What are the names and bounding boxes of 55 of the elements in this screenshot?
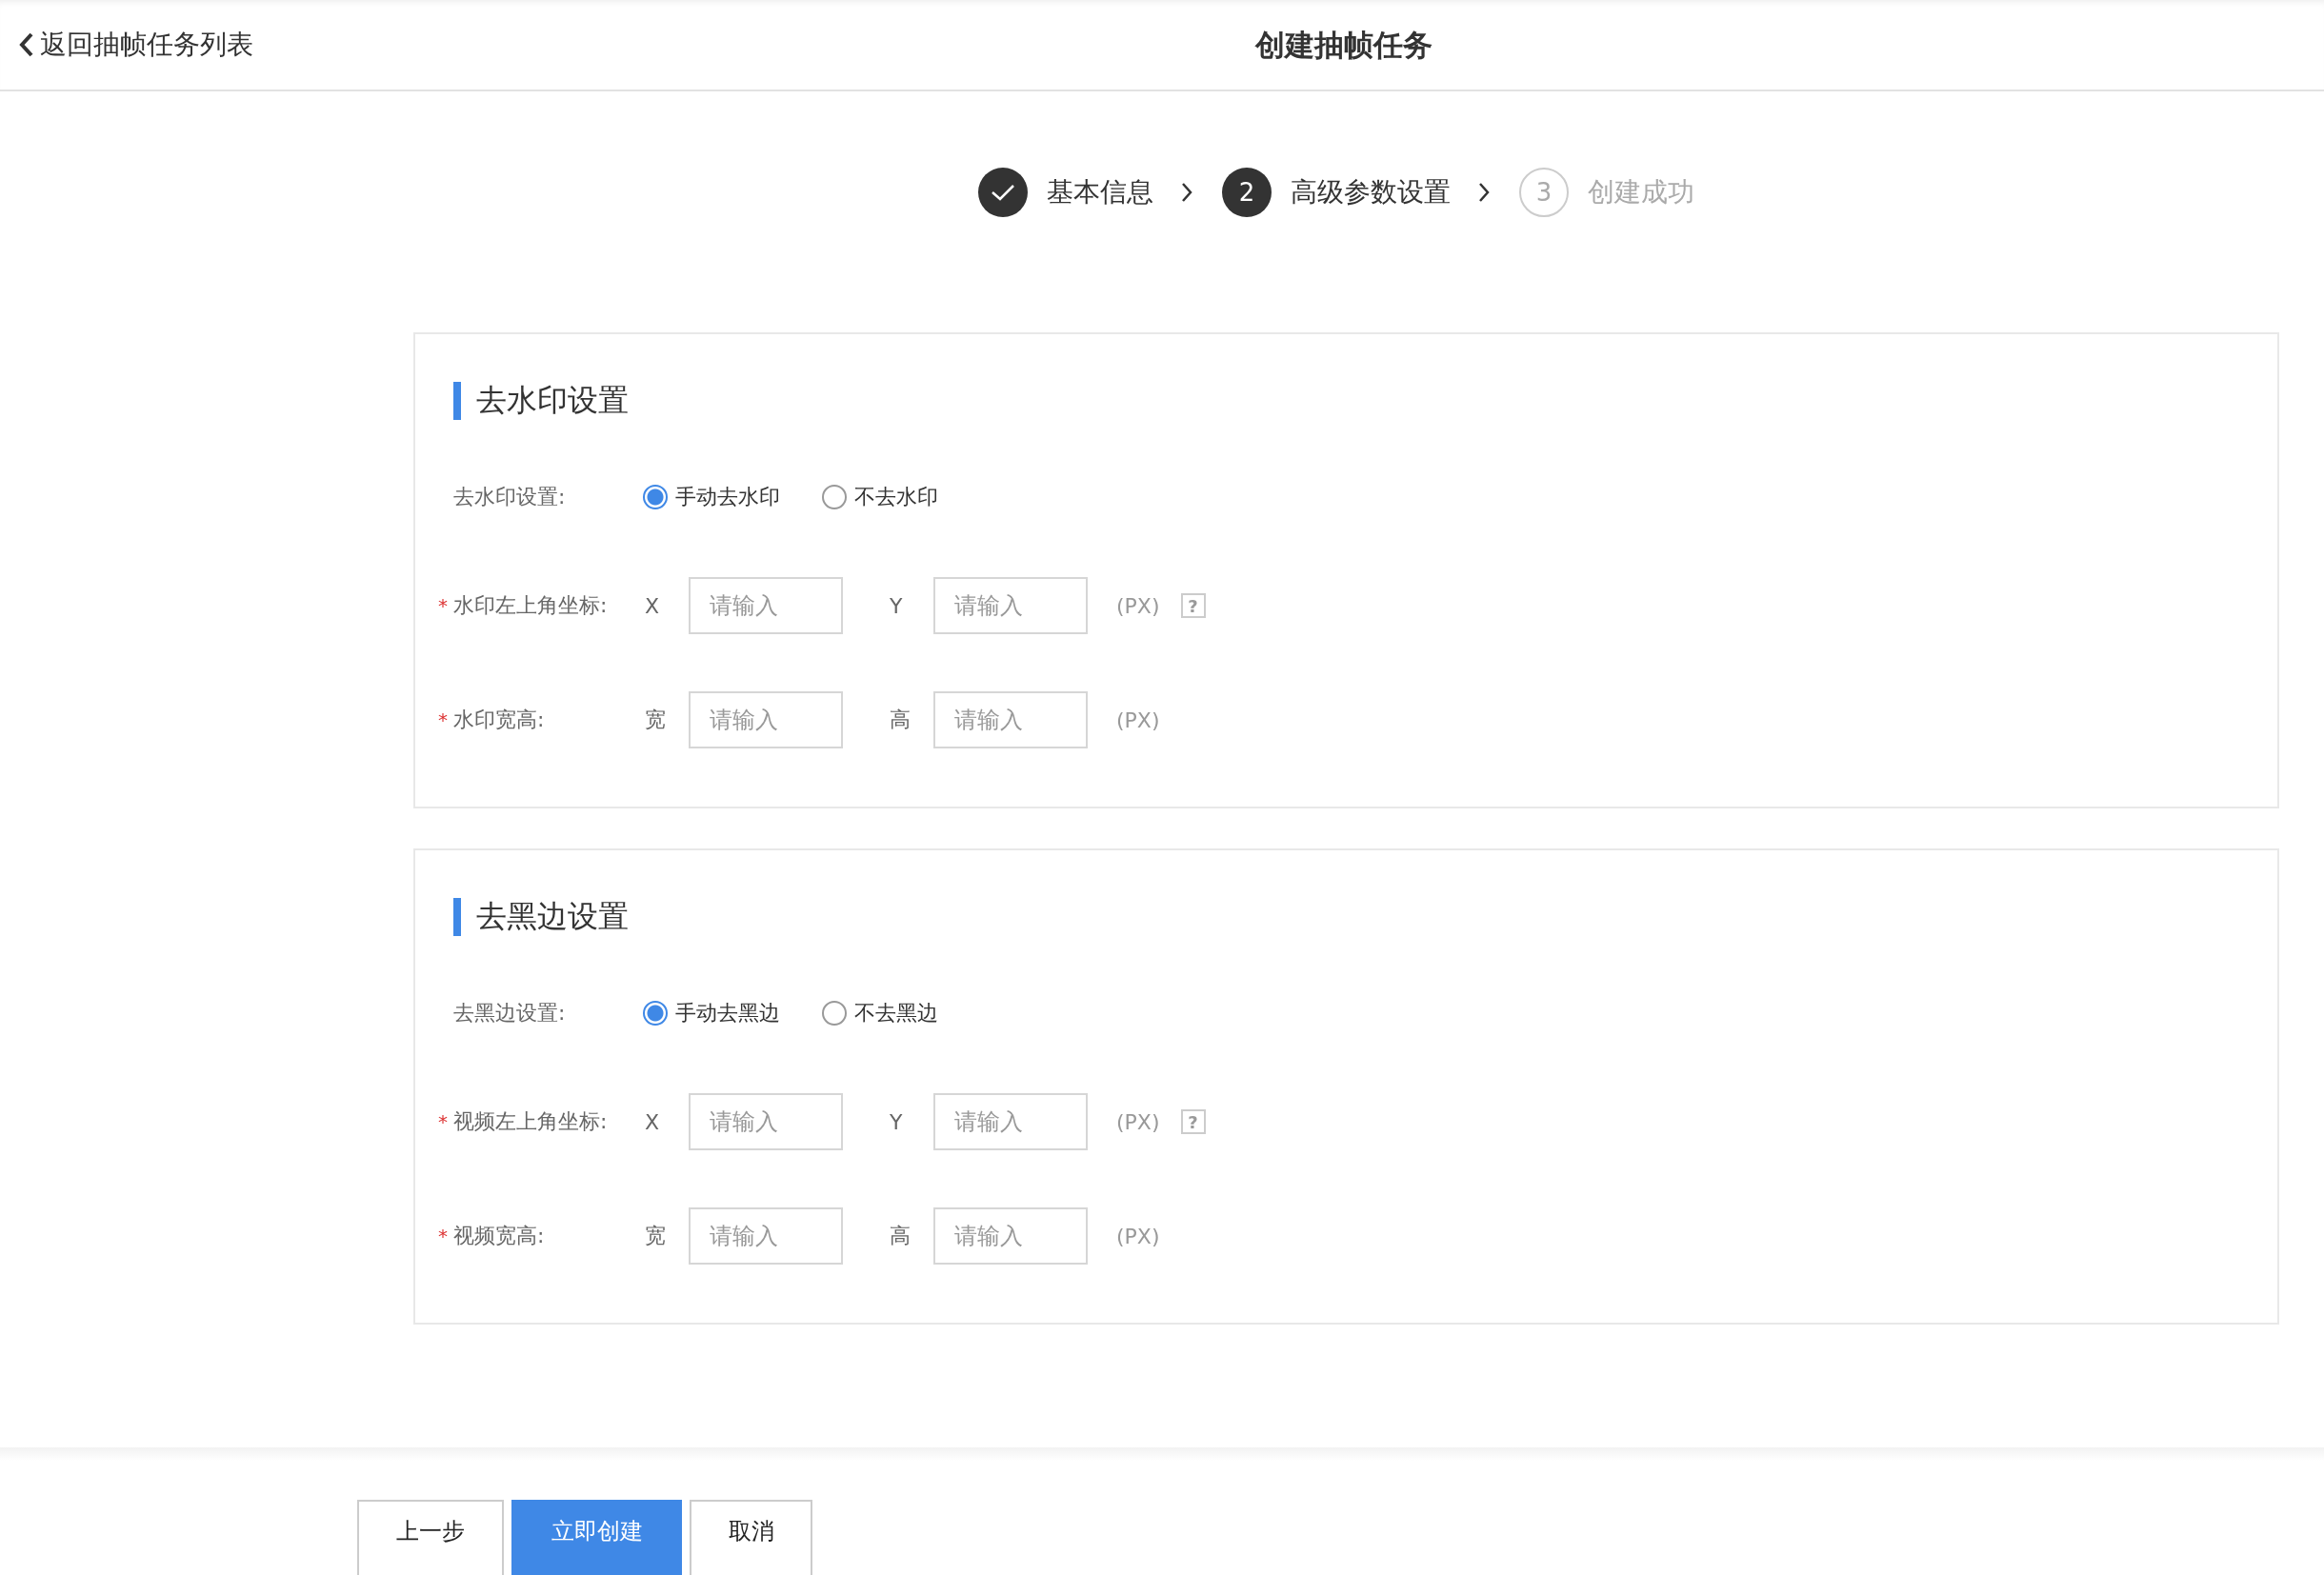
required-mark: * bbox=[438, 708, 449, 731]
radio-button[interactable] bbox=[822, 1001, 847, 1026]
input-field[interactable]: 请输入 bbox=[689, 691, 843, 748]
section-accent-bar bbox=[453, 898, 461, 936]
step-label: 基本信息 bbox=[1047, 174, 1153, 209]
field-label: 去黑边设置: bbox=[453, 1000, 567, 1027]
axis-label: 高 bbox=[890, 1224, 911, 1247]
step-label: 高级参数设置 bbox=[1291, 174, 1451, 209]
radio-button[interactable] bbox=[822, 485, 847, 509]
input-field[interactable]: 请输入 bbox=[933, 691, 1088, 748]
axis-label: 宽 bbox=[645, 1224, 666, 1247]
axis-label: 高 bbox=[890, 708, 911, 731]
field-label: 视频左上角坐标: bbox=[453, 1108, 609, 1135]
input-field[interactable]: 请输入 bbox=[689, 1093, 843, 1150]
input-field[interactable]: 请输入 bbox=[933, 1093, 1088, 1150]
radio-option[interactable]: 不去水印 bbox=[822, 483, 938, 511]
unit-label: (PX) bbox=[1116, 1109, 1160, 1134]
section-title: 去黑边设置 bbox=[476, 897, 629, 936]
radio-option[interactable]: 手动去水印 bbox=[643, 483, 780, 511]
primary-button[interactable]: 立即创建 bbox=[511, 1500, 682, 1575]
input-field[interactable]: 请输入 bbox=[933, 577, 1088, 634]
step-number: 2 bbox=[1222, 167, 1272, 217]
unit-label: (PX) bbox=[1116, 1224, 1160, 1248]
field-label: 视频宽高: bbox=[453, 1223, 546, 1249]
field-label: 水印左上角坐标: bbox=[453, 592, 609, 619]
required-mark: * bbox=[438, 1225, 449, 1247]
unit-label: (PX) bbox=[1116, 593, 1160, 618]
chevron-right-icon bbox=[1477, 181, 1491, 203]
step-check-icon bbox=[978, 167, 1028, 217]
required-mark: * bbox=[438, 1110, 449, 1133]
section-title: 去水印设置 bbox=[476, 381, 629, 420]
field-label: 水印宽高: bbox=[453, 707, 546, 733]
secondary-button[interactable]: 取消 bbox=[690, 1500, 812, 1575]
field-label: 去水印设置: bbox=[453, 484, 567, 510]
input-field[interactable]: 请输入 bbox=[689, 1207, 843, 1265]
radio-option[interactable]: 不去黑边 bbox=[822, 999, 938, 1027]
radio-option[interactable]: 手动去黑边 bbox=[643, 999, 780, 1027]
chevron-right-icon bbox=[1180, 181, 1193, 203]
axis-label: Y bbox=[890, 593, 903, 618]
axis-label: X bbox=[645, 593, 660, 618]
axis-label: X bbox=[645, 1109, 660, 1134]
required-mark: * bbox=[438, 594, 449, 617]
radio-button[interactable] bbox=[643, 485, 668, 509]
secondary-button[interactable]: 上一步 bbox=[357, 1500, 504, 1575]
step-label: 创建成功 bbox=[1588, 174, 1694, 209]
step-number: 3 bbox=[1519, 167, 1569, 217]
input-field[interactable]: 请输入 bbox=[689, 577, 843, 634]
page-title: 创建抽帧任务 bbox=[1255, 27, 1432, 64]
radio-button[interactable] bbox=[643, 1001, 668, 1026]
unit-label: (PX) bbox=[1116, 708, 1160, 732]
back-link[interactable]: 返回抽帧任务列表 bbox=[17, 27, 253, 63]
axis-label: 宽 bbox=[645, 708, 666, 731]
axis-label: Y bbox=[890, 1109, 903, 1134]
section-accent-bar bbox=[453, 382, 461, 420]
input-field[interactable]: 请输入 bbox=[933, 1207, 1088, 1265]
